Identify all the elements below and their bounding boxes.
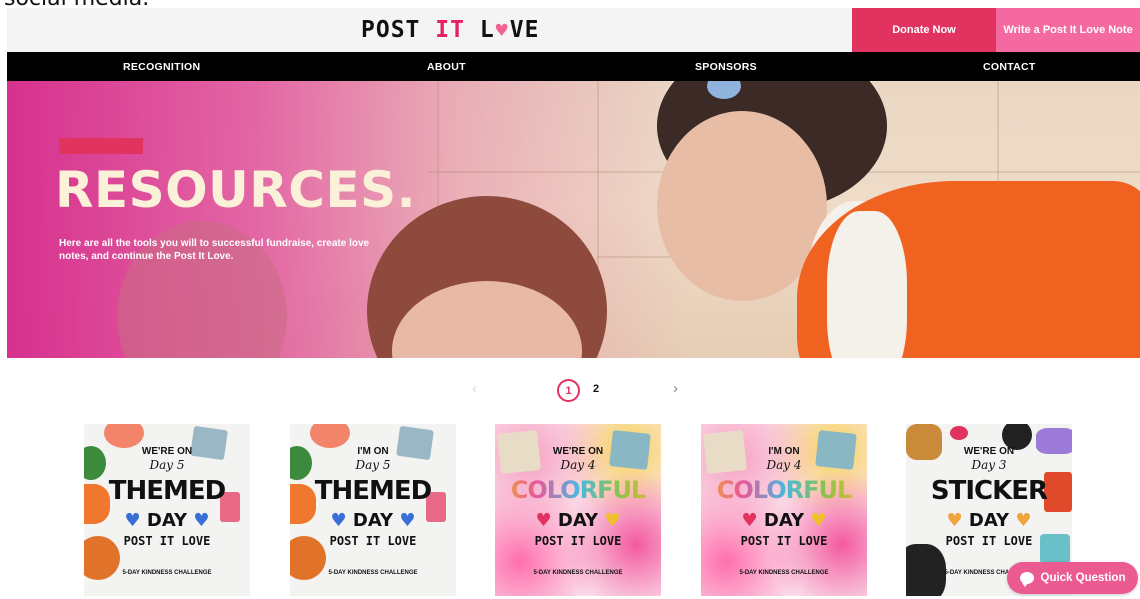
card-line1: WE'RE ON (141, 446, 193, 457)
card-theme-title: THEMED (108, 476, 226, 506)
heart-icon: ♥ (495, 18, 509, 42)
bow-sticker (950, 426, 968, 440)
octopus-sticker (310, 424, 350, 448)
card-day-text: DAY (557, 510, 599, 531)
page-2-button[interactable]: 2 (593, 383, 599, 395)
logo-text-ve: VE (509, 17, 540, 43)
nav-item-sponsors[interactable]: SPONSORS (695, 52, 757, 81)
card-day-text: DAY (763, 510, 805, 531)
card-theme-title: STICKER (930, 476, 1048, 506)
card-line1: WE'RE ON (963, 446, 1015, 457)
resource-card[interactable]: WE'RE ON Day 4 COLORFUL ♥ DAY ♥ POST IT … (495, 424, 661, 596)
hero-title: RESOURCES. (55, 161, 417, 219)
heart-icon: ♥ (604, 510, 621, 531)
heart-icon: ♥ (946, 510, 963, 531)
heart-icon: ♥ (535, 510, 552, 531)
logo-text-l: L (479, 17, 495, 43)
chevron-left-icon[interactable]: ‹ (472, 380, 477, 397)
resource-card[interactable]: WE'RE ON Day 5 THEMED ♥ DAY ♥ POST IT LO… (84, 424, 250, 596)
card-brand: POST IT LOVE (123, 534, 211, 548)
hero-accent-bar (59, 138, 143, 154)
card-day-label: ♥ DAY ♥ (906, 510, 1072, 531)
heart-icon: ♥ (741, 510, 758, 531)
site-header: POST IT L ♥ VE Donate Now Write a Post It … (7, 8, 1140, 52)
card-challenge: 5-DAY KINDNESS CHALLENGE (739, 570, 829, 576)
card-brand: POST IT LOVE (740, 534, 828, 548)
quick-question-button[interactable]: Quick Question (1007, 562, 1138, 594)
resource-card[interactable]: I'M ON Day 4 COLORFUL ♥ DAY ♥ POST IT LO… (701, 424, 867, 596)
card-theme-title: COLORFUL (495, 476, 661, 504)
card-brand: POST IT LOVE (945, 534, 1033, 548)
pagination: ‹ 1 2 › (0, 372, 1140, 408)
heart-icon: ♥ (193, 510, 210, 531)
octopus-sticker (104, 424, 144, 448)
chat-bubble-icon (1019, 572, 1034, 587)
card-day-number: Day 5 (355, 458, 391, 472)
card-day-number: Day 5 (149, 458, 185, 472)
nav-item-contact[interactable]: CONTACT (983, 52, 1036, 81)
card-day-number: Day 4 (766, 458, 802, 472)
card-brand: POST IT LOVE (329, 534, 417, 548)
logo-text-it: IT (435, 17, 465, 43)
card-brand: POST IT LOVE (534, 534, 622, 548)
card-challenge: 5-DAY KINDNESS CHALLENGE (328, 570, 418, 576)
card-line1: I'M ON (768, 446, 800, 457)
card-day-text: DAY (146, 510, 188, 531)
card-day-text: DAY (968, 510, 1010, 531)
card-day-label: ♥ DAY ♥ (701, 510, 867, 531)
card-theme-title: COLORFUL (701, 476, 867, 504)
card-day-label: ♥ DAY ♥ (84, 510, 250, 531)
chevron-right-icon[interactable]: › (673, 380, 678, 397)
card-theme-title: THEMED (314, 476, 432, 506)
page-1-button[interactable]: 1 (557, 379, 580, 402)
card-day-label: ♥ DAY ♥ (495, 510, 661, 531)
hero-subtitle: Here are all the tools you will to succe… (59, 238, 370, 262)
page: social media. POST IT L♥VE Donate Now Wr… (0, 0, 1140, 599)
card-challenge: 5-DAY KINDNESS CHALLENGE (122, 570, 212, 576)
heart-icon: ♥ (330, 510, 347, 531)
heart-icon: ♥ (399, 510, 416, 531)
quick-question-label: Quick Question (1040, 572, 1126, 584)
heart-icon: ♥ (1015, 510, 1032, 531)
card-line1: I'M ON (357, 446, 389, 457)
logo[interactable]: POST IT L ♥ VE (361, 17, 539, 43)
card-challenge: 5-DAY KINDNESS CHALLENGE (533, 570, 623, 576)
photo-collar-front (827, 211, 907, 358)
resource-card[interactable]: I'M ON Day 5 THEMED ♥ DAY ♥ POST IT LOVE… (290, 424, 456, 596)
card-day-number: Day 4 (560, 458, 596, 472)
card-day-label: ♥ DAY ♥ (290, 510, 456, 531)
hero-banner: RESOURCES. Here are all the tools you wi… (7, 81, 1140, 358)
heart-icon: ♥ (810, 510, 827, 531)
write-love-note-button[interactable]: Write a Post It Love Note (996, 8, 1140, 52)
card-day-number: Day 3 (971, 458, 1007, 472)
nav-item-recognition[interactable]: RECOGNITION (123, 52, 200, 81)
card-line1: WE'RE ON (552, 446, 604, 457)
main-nav: RECOGNITION ABOUT SPONSORS CONTACT (7, 52, 1140, 81)
nav-item-about[interactable]: ABOUT (427, 52, 466, 81)
donate-now-button[interactable]: Donate Now (852, 8, 996, 52)
card-day-text: DAY (352, 510, 394, 531)
logo-text-post: POST (361, 17, 421, 43)
heart-icon: ♥ (124, 510, 141, 531)
